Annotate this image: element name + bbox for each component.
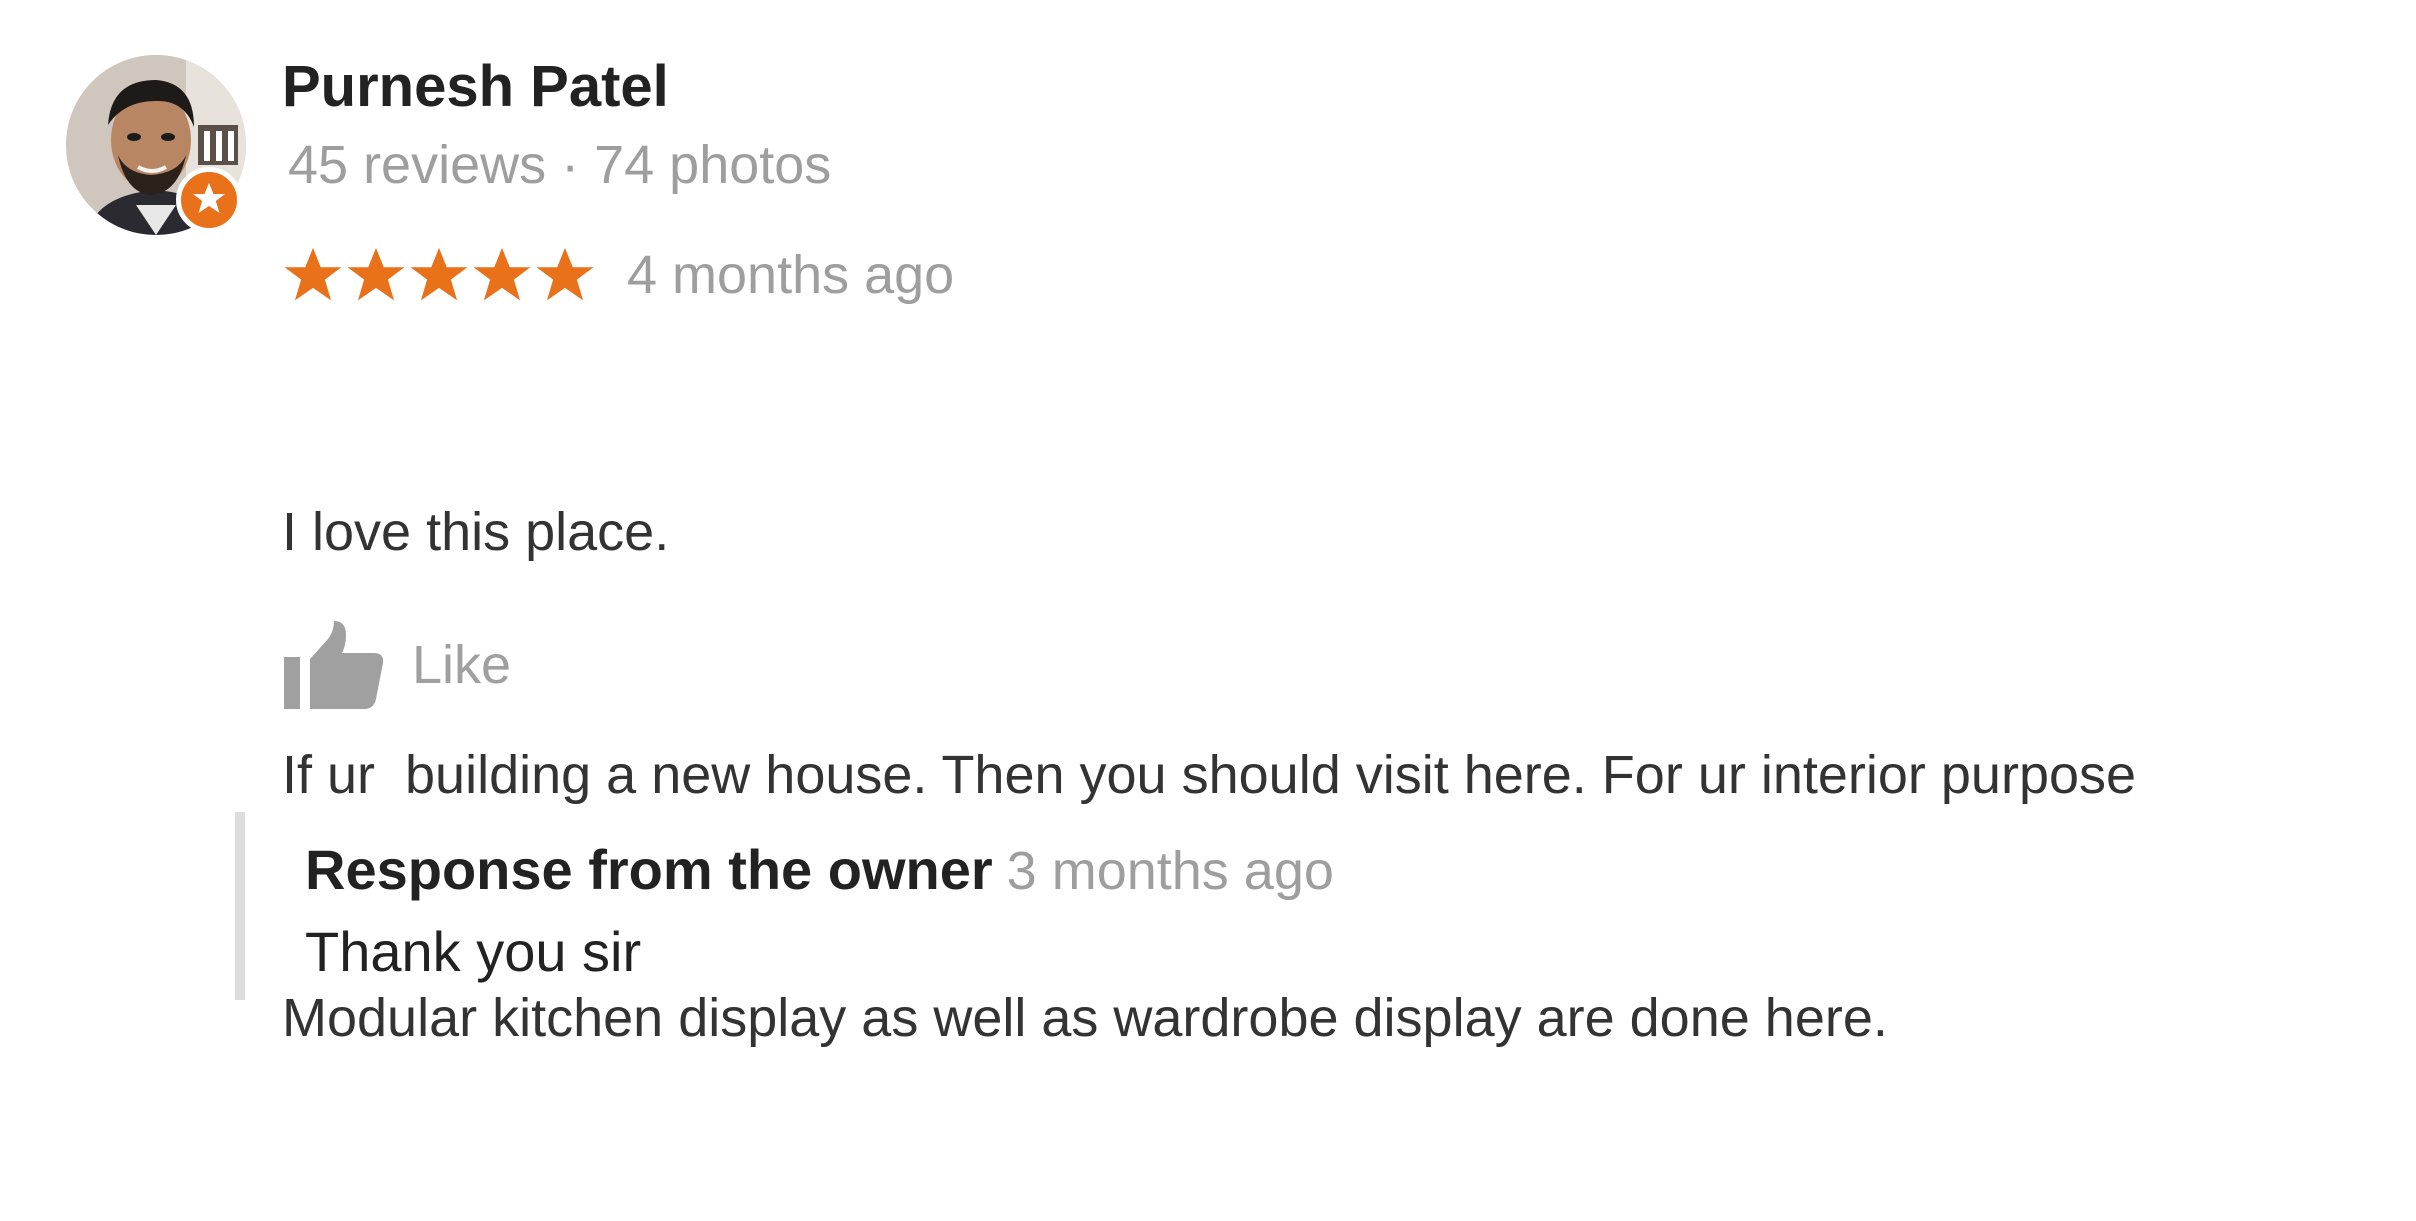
owner-response: Response from the owner 3 months ago Than…	[235, 812, 1745, 1000]
star-icon	[536, 247, 594, 301]
review-text-line: I love this place.	[282, 502, 670, 562]
owner-response-text: Thank you sir	[305, 920, 642, 983]
review-text: I love this place. If ur building a new …	[282, 330, 2136, 1221]
like-button[interactable]: Like	[282, 615, 511, 715]
local-guide-badge-icon	[176, 167, 242, 233]
star-icon	[347, 247, 405, 301]
star-icon	[410, 247, 468, 301]
author-meta[interactable]: 45 reviews · 74 photos	[288, 138, 831, 192]
star-icon	[284, 247, 342, 301]
review-date: 4 months ago	[627, 245, 955, 305]
owner-response-heading: Response from the owner 3 months ago	[305, 841, 1334, 901]
review-text-line: If ur building a new house. Then you sho…	[282, 745, 2137, 805]
star-rating	[282, 244, 597, 306]
star-icon	[473, 247, 531, 301]
thumbs-up-icon	[284, 621, 384, 709]
author-name[interactable]: Purnesh Patel	[282, 58, 669, 116]
owner-response-date: 3 months ago	[1006, 841, 1334, 901]
rating-row: 4 months ago	[282, 240, 954, 310]
review-card: Purnesh Patel 45 reviews · 74 photos 4 m…	[0, 0, 2416, 1067]
owner-response-title: Response from the owner	[305, 838, 993, 901]
like-label: Like	[412, 635, 512, 695]
